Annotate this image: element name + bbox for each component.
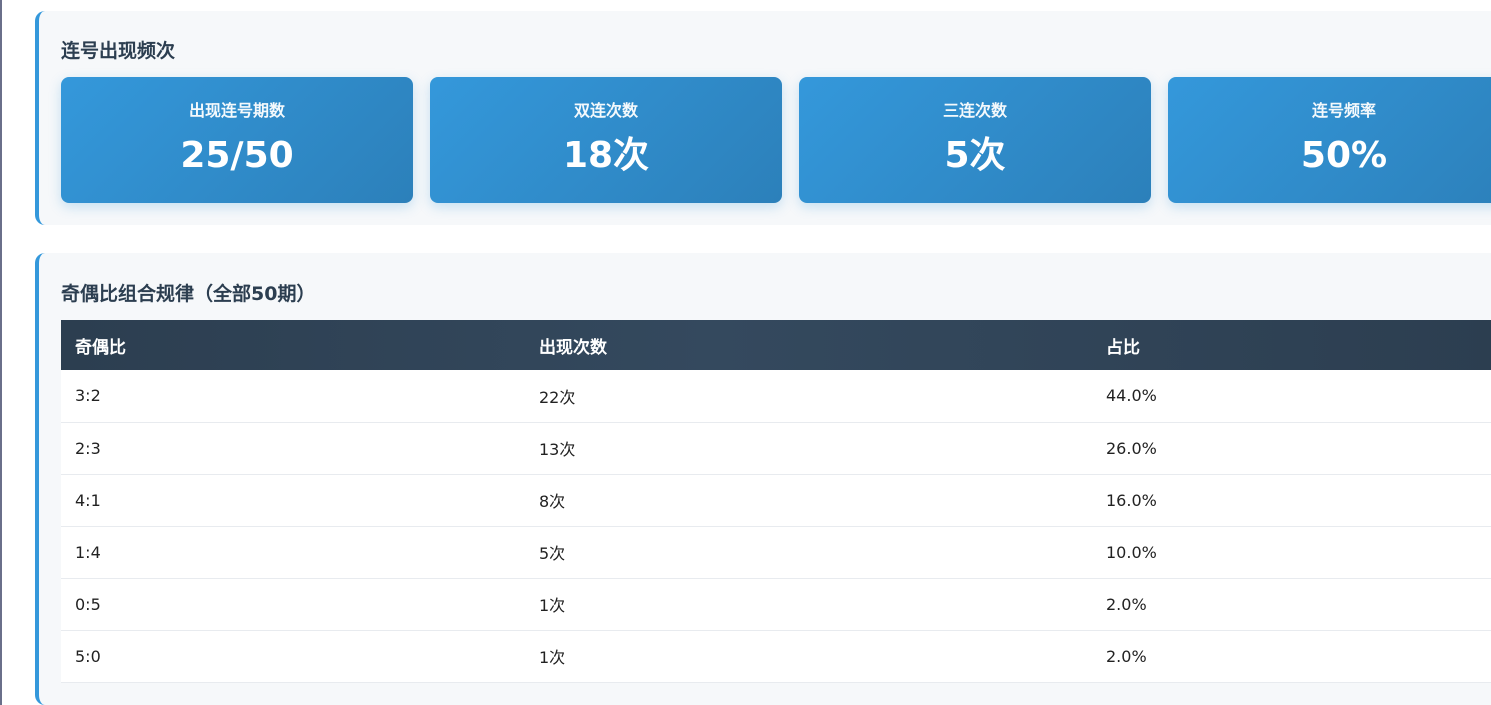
parity-section-title: 奇偶比组合规律（全部50期） (61, 283, 316, 305)
column-header-percent: 占比 (1106, 337, 1140, 358)
consecutive-section: 连号出现频次 出现连号期数 25/50 双连次数 18次 三连次数 5次 连号频… (35, 11, 1491, 225)
stat-card-label: 出现连号期数 (188, 101, 285, 120)
stat-cards: 出现连号期数 25/50 双连次数 18次 三连次数 5次 连号频率 50% (61, 77, 1491, 203)
cell-ratio: 3:2 (61, 370, 525, 423)
cell-ratio: 1:4 (61, 526, 525, 579)
stat-card-value: 18次 (562, 135, 650, 176)
cell-percent: 16.0% (1092, 474, 1491, 527)
parity-table: 奇偶比 出现次数 占比 3:2 22次 44.0% 2:3 13次 26.0% … (61, 320, 1491, 683)
cell-count: 5次 (525, 526, 1092, 579)
cell-percent: 2.0% (1092, 578, 1491, 631)
column-header-ratio: 奇偶比 (75, 337, 126, 358)
cell-count: 22次 (525, 370, 1092, 423)
table-row: 2:3 13次 26.0% (61, 422, 1491, 475)
stat-card-label: 三连次数 (942, 101, 1007, 120)
cell-count: 1次 (525, 578, 1092, 631)
table-row: 1:4 5次 10.0% (61, 526, 1491, 579)
stat-card-triple-count: 三连次数 5次 (799, 77, 1151, 203)
window-left-border (0, 0, 2, 705)
cell-count: 1次 (525, 630, 1092, 683)
cell-percent: 44.0% (1092, 370, 1491, 423)
stat-card-value: 5次 (944, 135, 1006, 176)
stat-card-double-count: 双连次数 18次 (430, 77, 782, 203)
cell-percent: 2.0% (1092, 630, 1491, 683)
cell-ratio: 0:5 (61, 578, 525, 631)
stat-card-label: 双连次数 (573, 101, 638, 120)
column-header-count: 出现次数 (539, 337, 607, 358)
cell-percent: 10.0% (1092, 526, 1491, 579)
cell-ratio: 4:1 (61, 474, 525, 527)
cell-percent: 26.0% (1092, 422, 1491, 475)
table-row: 3:2 22次 44.0% (61, 370, 1491, 423)
table-row: 5:0 1次 2.0% (61, 630, 1491, 683)
cell-ratio: 5:0 (61, 630, 525, 683)
stat-card-consecutive-draws: 出现连号期数 25/50 (61, 77, 413, 203)
table-row: 4:1 8次 16.0% (61, 474, 1491, 527)
stat-card-label: 连号频率 (1311, 101, 1376, 120)
consecutive-section-title: 连号出现频次 (61, 40, 176, 62)
stat-card-value: 25/50 (180, 135, 294, 176)
cell-count: 13次 (525, 422, 1092, 475)
stat-card-frequency: 连号频率 50% (1168, 77, 1491, 203)
table-row: 0:5 1次 2.0% (61, 578, 1491, 631)
table-header-row: 奇偶比 出现次数 占比 (61, 320, 1491, 370)
cell-ratio: 2:3 (61, 422, 525, 475)
stat-card-value: 50% (1300, 135, 1388, 176)
parity-section: 奇偶比组合规律（全部50期） 奇偶比 出现次数 占比 3:2 22次 44.0%… (35, 253, 1491, 705)
cell-count: 8次 (525, 474, 1092, 527)
